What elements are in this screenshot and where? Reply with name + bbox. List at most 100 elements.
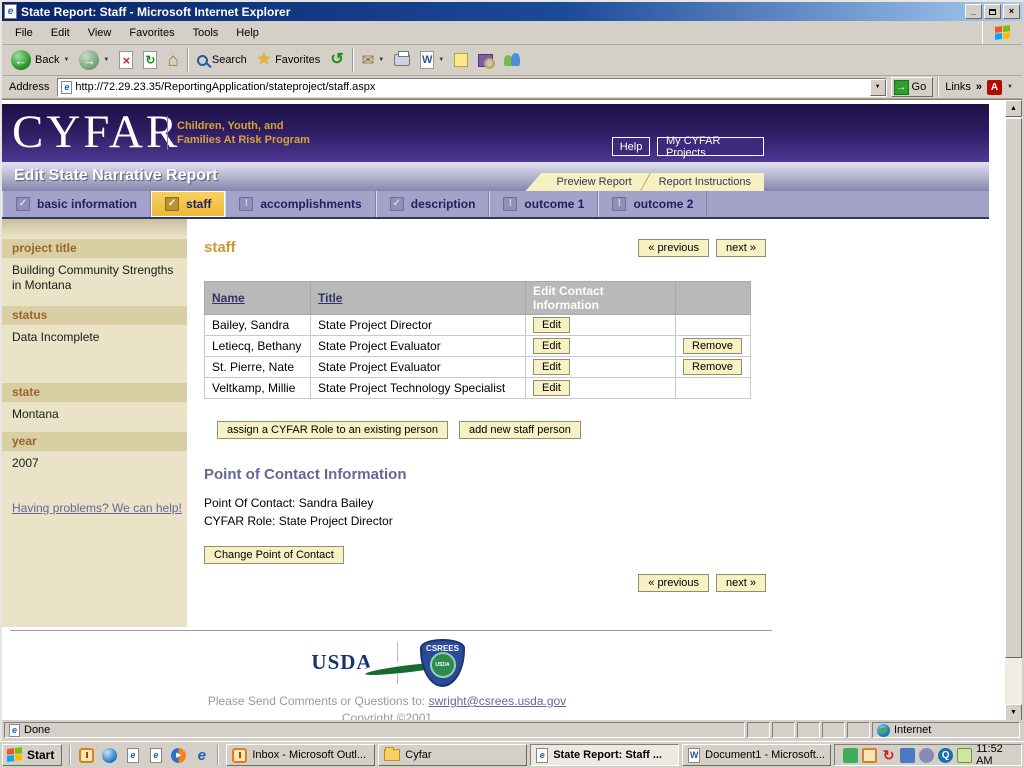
refresh-button[interactable]: ↻ [138,49,162,71]
edit-button[interactable]: Edit [533,359,570,375]
ql-ie-document-icon[interactable]: e [147,747,164,764]
edit-with-word-button[interactable]: W ▼ [415,49,449,71]
task-button-state-report[interactable]: e State Report: Staff ... [530,744,679,766]
ql-internet-explorer-icon[interactable]: e [193,747,210,764]
remove-button[interactable]: Remove [683,338,742,354]
network-icon[interactable] [900,748,915,763]
sort-by-name-link[interactable]: Name [212,291,245,305]
status-pane-empty [847,722,870,738]
sort-by-title-link[interactable]: Title [318,291,342,305]
edit-dropdown-icon[interactable]: ▼ [438,57,444,63]
previous-button-top[interactable]: « previous [638,239,709,257]
tab-basic-information[interactable]: ✓ basic information [2,191,151,217]
comments-email-link[interactable]: swright@csrees.usda.gov [429,694,567,708]
address-input[interactable] [75,81,866,93]
links-bar[interactable]: Links » A ▼ [937,77,1019,97]
forward-dropdown-icon[interactable]: ▼ [103,57,109,63]
add-staff-button[interactable]: add new staff person [459,421,581,439]
report-instructions-tab[interactable]: Report Instructions [646,176,764,188]
messenger-button[interactable] [498,50,526,70]
task-button-word-document[interactable]: W Document1 - Microsoft... [682,744,831,766]
mail-dropdown-icon[interactable]: ▼ [378,57,384,63]
ql-media-player-icon[interactable]: ▶ [170,747,187,764]
csrees-shield-logo: CSREES USDA [420,639,465,687]
help-link[interactable]: Having problems? We can help! [12,501,182,515]
assign-role-button[interactable]: assign a CYFAR Role to an existing perso… [217,421,448,439]
forward-button[interactable]: → ▼ [74,48,114,72]
quicktime-icon[interactable]: Q [938,748,953,763]
taskbar-separator [217,745,219,765]
volume-icon[interactable] [919,748,934,763]
adobe-dropdown-icon[interactable]: ▼ [1007,84,1013,90]
reminder-clock-icon[interactable] [862,748,877,763]
menu-edit[interactable]: Edit [42,24,79,42]
my-cyfar-projects-button[interactable]: My CYFAR Projects [657,137,764,156]
minimize-button[interactable]: _ [965,4,982,19]
zone-text: Internet [894,724,931,736]
vertical-scrollbar[interactable]: ▲ ▼ [1005,100,1022,720]
close-button[interactable]: × [1003,4,1020,19]
menu-bar: File Edit View Favorites Tools Help [2,21,1022,45]
next-button-top[interactable]: next » [716,239,766,257]
tab-description[interactable]: ✓ description [376,191,490,217]
task-button-outlook[interactable]: Inbox - Microsoft Outl... [226,744,375,766]
sidebar-label-year: year [2,432,187,451]
help-button[interactable]: Help [612,137,650,156]
staff-name: Letiecq, Bethany [205,336,311,357]
change-poc-button[interactable]: Change Point of Contact [204,546,344,564]
start-button[interactable]: Start [2,744,62,766]
sync-icon[interactable]: ↻ [881,748,896,763]
restore-button[interactable] [984,4,1001,19]
edit-contact-header: Edit Contact Information [533,284,604,312]
page-title: Edit State Narrative Report [14,167,218,185]
tab-outcome-1[interactable]: ! outcome 1 [489,191,598,217]
status-pane-empty [797,722,820,738]
favorites-button[interactable]: ★ Favorites [252,50,326,70]
edit-button[interactable]: Edit [533,380,570,396]
ql-msn-explorer-icon[interactable] [101,747,118,764]
back-dropdown-icon[interactable]: ▼ [63,57,69,63]
menu-tools[interactable]: Tools [184,24,228,42]
search-button[interactable]: Search [192,52,252,68]
ql-outlook-icon[interactable] [78,747,95,764]
task-label: State Report: Staff ... [553,749,662,761]
adobe-icon[interactable]: A [987,80,1002,95]
stop-button[interactable]: × [114,49,138,71]
staff-name: Bailey, Sandra [205,315,311,336]
menu-favorites[interactable]: Favorites [120,24,183,42]
preview-report-tab[interactable]: Preview Report [543,176,644,188]
display-settings-icon[interactable] [957,748,972,763]
tab-staff[interactable]: ✓ staff [151,191,225,217]
forward-icon: → [79,50,99,70]
tab-outcome-2[interactable]: ! outcome 2 [598,191,707,217]
mail-button[interactable]: ✉ ▼ [357,51,390,70]
task-button-cyfar-folder[interactable]: Cyfar [378,744,527,766]
table-row: St. Pierre, Nate State Project Evaluator… [205,357,751,378]
previous-button-bottom[interactable]: « previous [638,574,709,592]
scroll-down-button[interactable]: ▼ [1005,704,1022,720]
toolbar-separator [352,48,354,72]
menu-help[interactable]: Help [227,24,268,42]
address-dropdown-button[interactable]: ▼ [870,79,886,96]
go-button[interactable]: → Go [891,77,934,97]
next-button-bottom[interactable]: next » [716,574,766,592]
print-button[interactable] [389,52,415,68]
edit-button[interactable]: Edit [533,338,570,354]
menu-file[interactable]: File [6,24,42,42]
history-button[interactable]: ↺ [325,50,348,70]
tab-accomplishments[interactable]: ! accomplishments [225,191,375,217]
menu-view[interactable]: View [79,24,121,42]
research-button[interactable] [473,52,498,69]
back-button[interactable]: ← Back ▼ [6,48,74,72]
edit-button[interactable]: Edit [533,317,570,333]
discuss-button[interactable] [449,51,473,69]
scroll-up-button[interactable]: ▲ [1005,100,1022,117]
scrollbar-thumb[interactable] [1005,118,1022,658]
cyfar-logo: CYFAR [12,104,180,160]
ql-ie-document-icon[interactable]: e [124,747,141,764]
home-button[interactable]: ⌂ [162,49,183,72]
page-content: project title Building Community Strengt… [2,219,989,720]
remove-button[interactable]: Remove [683,359,742,375]
safely-remove-icon[interactable] [843,748,858,763]
links-chevron-icon[interactable]: » [976,81,982,93]
